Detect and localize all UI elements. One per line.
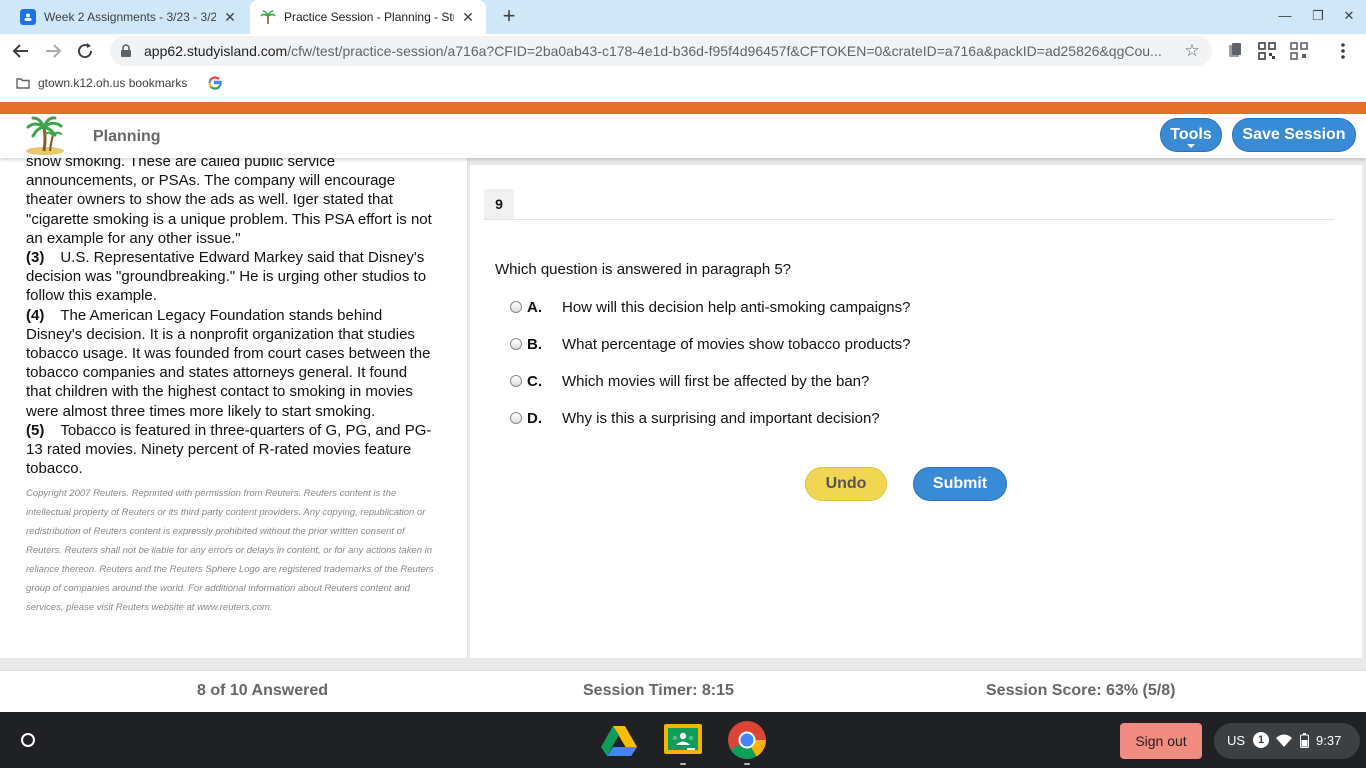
tab-title: Practice Session - Planning - Stu — [284, 10, 454, 24]
paragraph-text: Tobacco is featured in three-quarters of… — [26, 421, 432, 478]
forward-arrow-icon[interactable] — [42, 40, 64, 62]
extension-icon[interactable] — [1226, 42, 1244, 60]
section-title: Planning — [93, 128, 161, 145]
answer-choice-b[interactable]: B. What percentage of movies show tobacc… — [510, 333, 911, 355]
passage-paragraph: (3) U.S. Representative Edward Markey sai… — [26, 248, 436, 306]
passage-text: show smoking. These are called public se… — [26, 158, 436, 617]
app-running-indicator — [744, 763, 750, 765]
bookmark-star-icon[interactable]: ☆ — [1182, 41, 1202, 61]
answer-choice-d[interactable]: D. Why is this a surprising and importan… — [510, 407, 880, 429]
answered-count: 8 of 10 Answered — [197, 682, 329, 699]
google-icon — [208, 76, 222, 90]
choice-letter: A. — [527, 298, 542, 316]
url-host: app62.studyisland.com — [144, 43, 288, 59]
choice-text: How will this decision help anti-smoking… — [562, 298, 911, 316]
window-close-icon[interactable]: ✕ — [1340, 8, 1358, 26]
bookmark-google[interactable] — [208, 76, 222, 90]
study-island-palm-logo-icon — [24, 114, 66, 156]
passage-fragment: show smoking. These are called public se… — [26, 158, 432, 247]
passage-paragraph: (4) The American Legacy Foundation stands… — [26, 306, 436, 421]
session-timer: Session Timer: 8:15 — [583, 682, 734, 699]
os-shelf: Sign out US 1 9:37 — [0, 712, 1366, 768]
passage-paragraph: (5) Tobacco is featured in three-quarters… — [26, 421, 436, 479]
choice-letter: D. — [527, 409, 542, 427]
undo-button[interactable]: Undo — [805, 467, 887, 501]
app-header: Planning Tools Save Session — [0, 114, 1366, 158]
tools-button[interactable]: Tools — [1160, 118, 1222, 152]
radio-button[interactable] — [510, 412, 522, 424]
paragraph-text: U.S. Representative Edward Markey said t… — [26, 249, 427, 305]
sign-out-button[interactable]: Sign out — [1120, 723, 1202, 759]
browser-tab-practice-session[interactable]: Practice Session - Planning - Stu ✕ — [250, 0, 486, 34]
question-number: 9 — [484, 189, 514, 219]
browser-tab-week2[interactable]: Week 2 Assignments - 3/23 - 3/2 ✕ — [8, 0, 248, 34]
paragraph-text: The American Legacy Foundation stands be… — [26, 306, 431, 420]
tab-title: Week 2 Assignments - 3/23 - 3/2 — [44, 10, 216, 24]
question-text: Which question is answered in paragraph … — [495, 261, 792, 278]
brand-stripe — [0, 102, 1366, 114]
question-panel: 9 Which question is answered in paragrap… — [470, 165, 1362, 658]
wifi-icon — [1276, 734, 1292, 751]
launcher-icon[interactable] — [8, 720, 48, 760]
chrome-icon[interactable] — [727, 720, 767, 760]
save-session-button[interactable]: Save Session — [1232, 118, 1356, 152]
paragraph-number: (3) — [26, 249, 45, 267]
reload-icon[interactable] — [74, 40, 96, 62]
clock-time: 9:37 — [1316, 733, 1342, 748]
paragraph-number: (4) — [26, 306, 45, 324]
minimize-icon[interactable]: — — [1276, 8, 1294, 26]
choice-text: Which movies will first be affected by t… — [562, 372, 870, 390]
submit-button[interactable]: Submit — [913, 467, 1007, 501]
session-status-bar: 8 of 10 Answered Session Timer: 8:15 Ses… — [0, 670, 1366, 712]
session-score: Session Score: 63% (5/8) — [986, 682, 1176, 699]
notification-count: 1 — [1253, 732, 1269, 748]
studyisland-favicon-icon — [260, 9, 276, 25]
chevron-down-icon — [1187, 144, 1195, 148]
bookmarks-bar: gtown.k12.oh.us bookmarks — [0, 68, 1366, 100]
choice-text: Why is this a surprising and important d… — [562, 409, 880, 427]
tab-close-icon[interactable]: ✕ — [222, 9, 238, 25]
browser-toolbar: app62.studyisland.com /cfw/test/practice… — [0, 34, 1366, 68]
browser-tab-strip: Week 2 Assignments - 3/23 - 3/2 ✕ Practi… — [0, 0, 1366, 34]
answer-choice-c[interactable]: C. Which movies will first be affected b… — [510, 370, 869, 392]
radio-button[interactable] — [510, 301, 522, 313]
radio-button[interactable] — [510, 338, 522, 350]
app-running-indicator — [680, 763, 686, 765]
back-arrow-icon[interactable] — [10, 40, 32, 62]
more-menu-icon[interactable] — [1334, 42, 1352, 60]
bookmark-label: gtown.k12.oh.us bookmarks — [38, 76, 188, 90]
folder-icon — [16, 77, 30, 89]
paragraph-number: (5) — [26, 421, 45, 439]
url-path: /cfw/test/practice-session/a716a?CFID=2b… — [287, 43, 1162, 59]
choice-letter: C. — [527, 372, 542, 390]
divider — [484, 219, 1334, 220]
copyright-notice: Copyright 2007 Reuters. Reprinted with p… — [26, 488, 434, 614]
google-drive-icon[interactable] — [599, 720, 639, 760]
system-tray[interactable]: US 1 9:37 — [1214, 723, 1360, 759]
radio-button[interactable] — [510, 375, 522, 387]
tab-close-icon[interactable]: ✕ — [460, 9, 476, 25]
lock-icon — [120, 44, 134, 58]
keyboard-locale: US — [1227, 733, 1246, 748]
battery-icon — [1300, 733, 1309, 751]
tools-label: Tools — [1170, 126, 1212, 143]
classroom-favicon-icon — [20, 9, 36, 25]
qr-code-extension-icon[interactable] — [1290, 42, 1308, 60]
address-bar[interactable]: app62.studyisland.com /cfw/test/practice… — [110, 36, 1212, 66]
qr-code-icon[interactable] — [1258, 42, 1276, 60]
choice-text: What percentage of movies show tobacco p… — [562, 335, 911, 353]
restore-icon[interactable]: ❐ — [1309, 8, 1327, 26]
answer-choice-a[interactable]: A. How will this decision help anti-smok… — [510, 296, 911, 318]
google-classroom-icon[interactable] — [663, 720, 703, 760]
save-session-label: Save Session — [1242, 126, 1346, 143]
reading-passage-panel[interactable]: show smoking. These are called public se… — [0, 158, 468, 658]
bookmark-folder-gtown[interactable]: gtown.k12.oh.us bookmarks — [16, 76, 187, 90]
choice-letter: B. — [527, 335, 542, 353]
new-tab-icon[interactable]: + — [498, 5, 520, 27]
